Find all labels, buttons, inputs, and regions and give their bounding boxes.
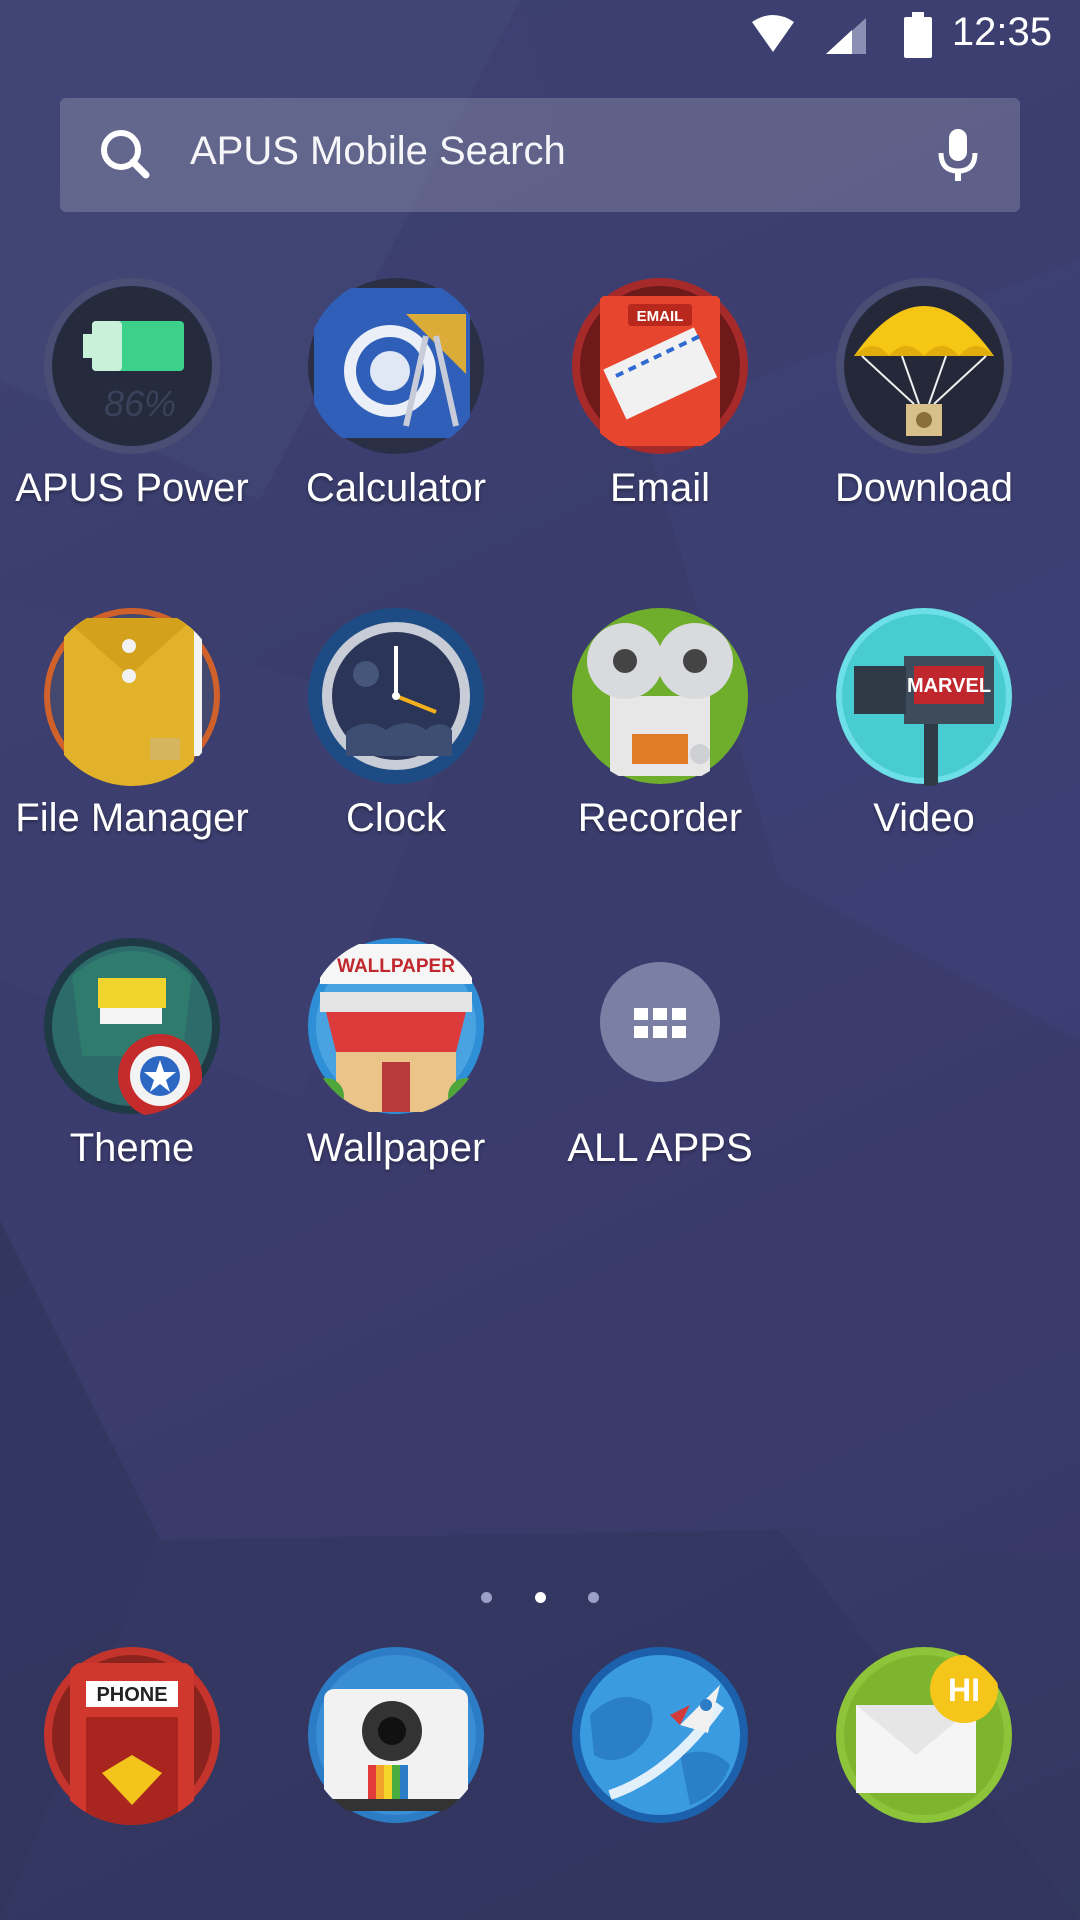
app-clock[interactable]: Clock bbox=[264, 606, 528, 841]
clock-app-icon bbox=[306, 606, 486, 786]
status-time: 12:35 bbox=[951, 10, 1052, 54]
wifi-icon bbox=[752, 15, 794, 52]
app-theme[interactable]: Theme bbox=[0, 936, 264, 1171]
app-video[interactable]: MARVEL Video bbox=[792, 606, 1056, 841]
app-label: Calculator bbox=[305, 466, 487, 510]
app-label: File Manager bbox=[15, 796, 249, 840]
app-all-apps[interactable]: ALL APPS bbox=[528, 936, 792, 1171]
app-label: Email bbox=[609, 466, 711, 510]
app-calculator[interactable]: Calculator bbox=[264, 276, 528, 511]
phone-booth-icon: PHONE bbox=[44, 1647, 220, 1825]
search-icon bbox=[101, 130, 150, 179]
dock-messages[interactable]: HI bbox=[834, 1645, 1014, 1825]
app-download[interactable]: Download bbox=[792, 276, 1056, 511]
calculator-app-icon bbox=[306, 276, 486, 456]
svg-text:MARVEL: MARVEL bbox=[907, 675, 991, 697]
app-label: ALL APPS bbox=[567, 1126, 753, 1170]
folder-envelope-icon bbox=[42, 606, 222, 786]
page-dot[interactable] bbox=[587, 1592, 599, 1603]
app-label: Download bbox=[835, 466, 1013, 510]
page-indicator bbox=[0, 1590, 1080, 1608]
app-recorder[interactable]: Recorder bbox=[528, 606, 792, 841]
dock-camera[interactable] bbox=[306, 1645, 486, 1825]
svg-text:HI: HI bbox=[948, 1672, 980, 1708]
app-email[interactable]: EMAIL Email bbox=[528, 276, 792, 511]
app-file-manager[interactable]: File Manager bbox=[0, 606, 264, 841]
globe-rocket-icon bbox=[572, 1647, 748, 1823]
app-label: Wallpaper bbox=[306, 1126, 486, 1170]
monster-theme-icon bbox=[42, 936, 222, 1116]
app-label: Recorder bbox=[577, 796, 743, 840]
svg-text:EMAIL: EMAIL bbox=[637, 308, 684, 325]
dock-browser[interactable] bbox=[570, 1645, 750, 1825]
envelope-hi-icon: HI bbox=[836, 1647, 1012, 1823]
polaroid-camera-icon bbox=[308, 1647, 484, 1823]
search-input[interactable]: APUS Mobile Search bbox=[190, 129, 566, 174]
microphone-icon[interactable] bbox=[928, 125, 988, 185]
search-bar[interactable]: APUS Mobile Search bbox=[60, 98, 1020, 212]
svg-text:PHONE: PHONE bbox=[96, 1684, 167, 1706]
app-label: APUS Power bbox=[15, 466, 249, 510]
page-dot-active[interactable] bbox=[534, 1592, 546, 1603]
page-dot[interactable] bbox=[481, 1592, 493, 1603]
battery-icon bbox=[904, 12, 932, 58]
movie-camera-icon: MARVEL bbox=[834, 606, 1014, 786]
shop-wallpaper-icon: WALLPAPER bbox=[306, 936, 486, 1116]
reel-recorder-icon bbox=[570, 606, 750, 786]
svg-text:WALLPAPER: WALLPAPER bbox=[337, 956, 455, 977]
parachute-download-icon bbox=[834, 276, 1014, 456]
signal-icon bbox=[826, 18, 866, 54]
app-label: Theme bbox=[69, 1126, 195, 1170]
app-wallpaper[interactable]: WALLPAPER Wallpaper bbox=[264, 936, 528, 1171]
grid-all-apps-icon bbox=[570, 936, 750, 1116]
app-label: Video bbox=[873, 796, 975, 840]
battery-app-icon: 86% bbox=[42, 276, 222, 456]
app-apus-power[interactable]: 86% APUS Power bbox=[0, 276, 264, 511]
svg-text:86%: 86% bbox=[104, 383, 176, 424]
dock-phone[interactable]: PHONE bbox=[42, 1645, 222, 1825]
status-bar: 12:35 bbox=[0, 0, 1080, 72]
email-app-icon: EMAIL bbox=[570, 276, 750, 456]
app-label: Clock bbox=[345, 796, 447, 840]
